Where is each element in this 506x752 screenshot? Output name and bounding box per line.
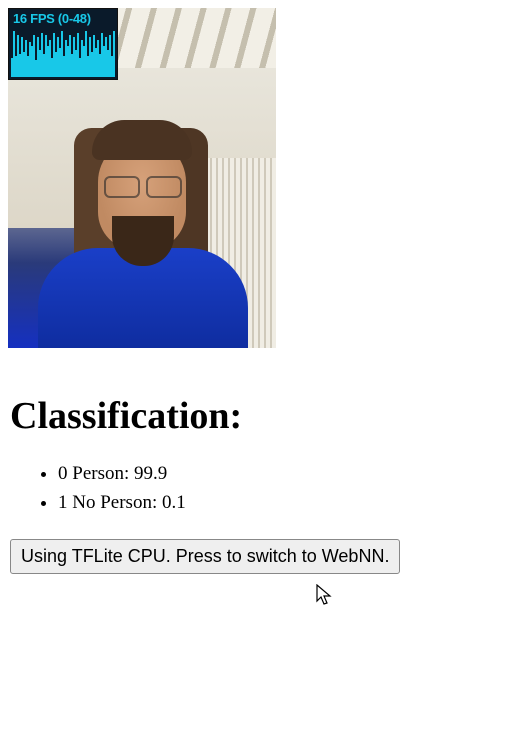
result-item: 1 No Person: 0.1 <box>58 489 496 517</box>
fps-overlay: 16 FPS (0-48) <box>8 8 118 80</box>
camera-area: 16 FPS (0-48) <box>8 8 276 348</box>
cursor-icon <box>316 584 334 608</box>
glasses-icon <box>104 176 182 196</box>
fps-graph <box>11 27 115 77</box>
switch-backend-button[interactable]: Using TFLite CPU. Press to switch to Web… <box>10 539 400 574</box>
hair <box>92 120 192 160</box>
classification-heading: Classification: <box>10 394 496 438</box>
fps-bar <box>113 31 115 77</box>
results-list: 0 Person: 99.91 No Person: 0.1 <box>58 460 496 516</box>
fps-label: 16 FPS (0-48) <box>9 9 117 28</box>
result-item: 0 Person: 99.9 <box>58 460 496 488</box>
content-area: Classification: 0 Person: 99.91 No Perso… <box>0 356 506 584</box>
